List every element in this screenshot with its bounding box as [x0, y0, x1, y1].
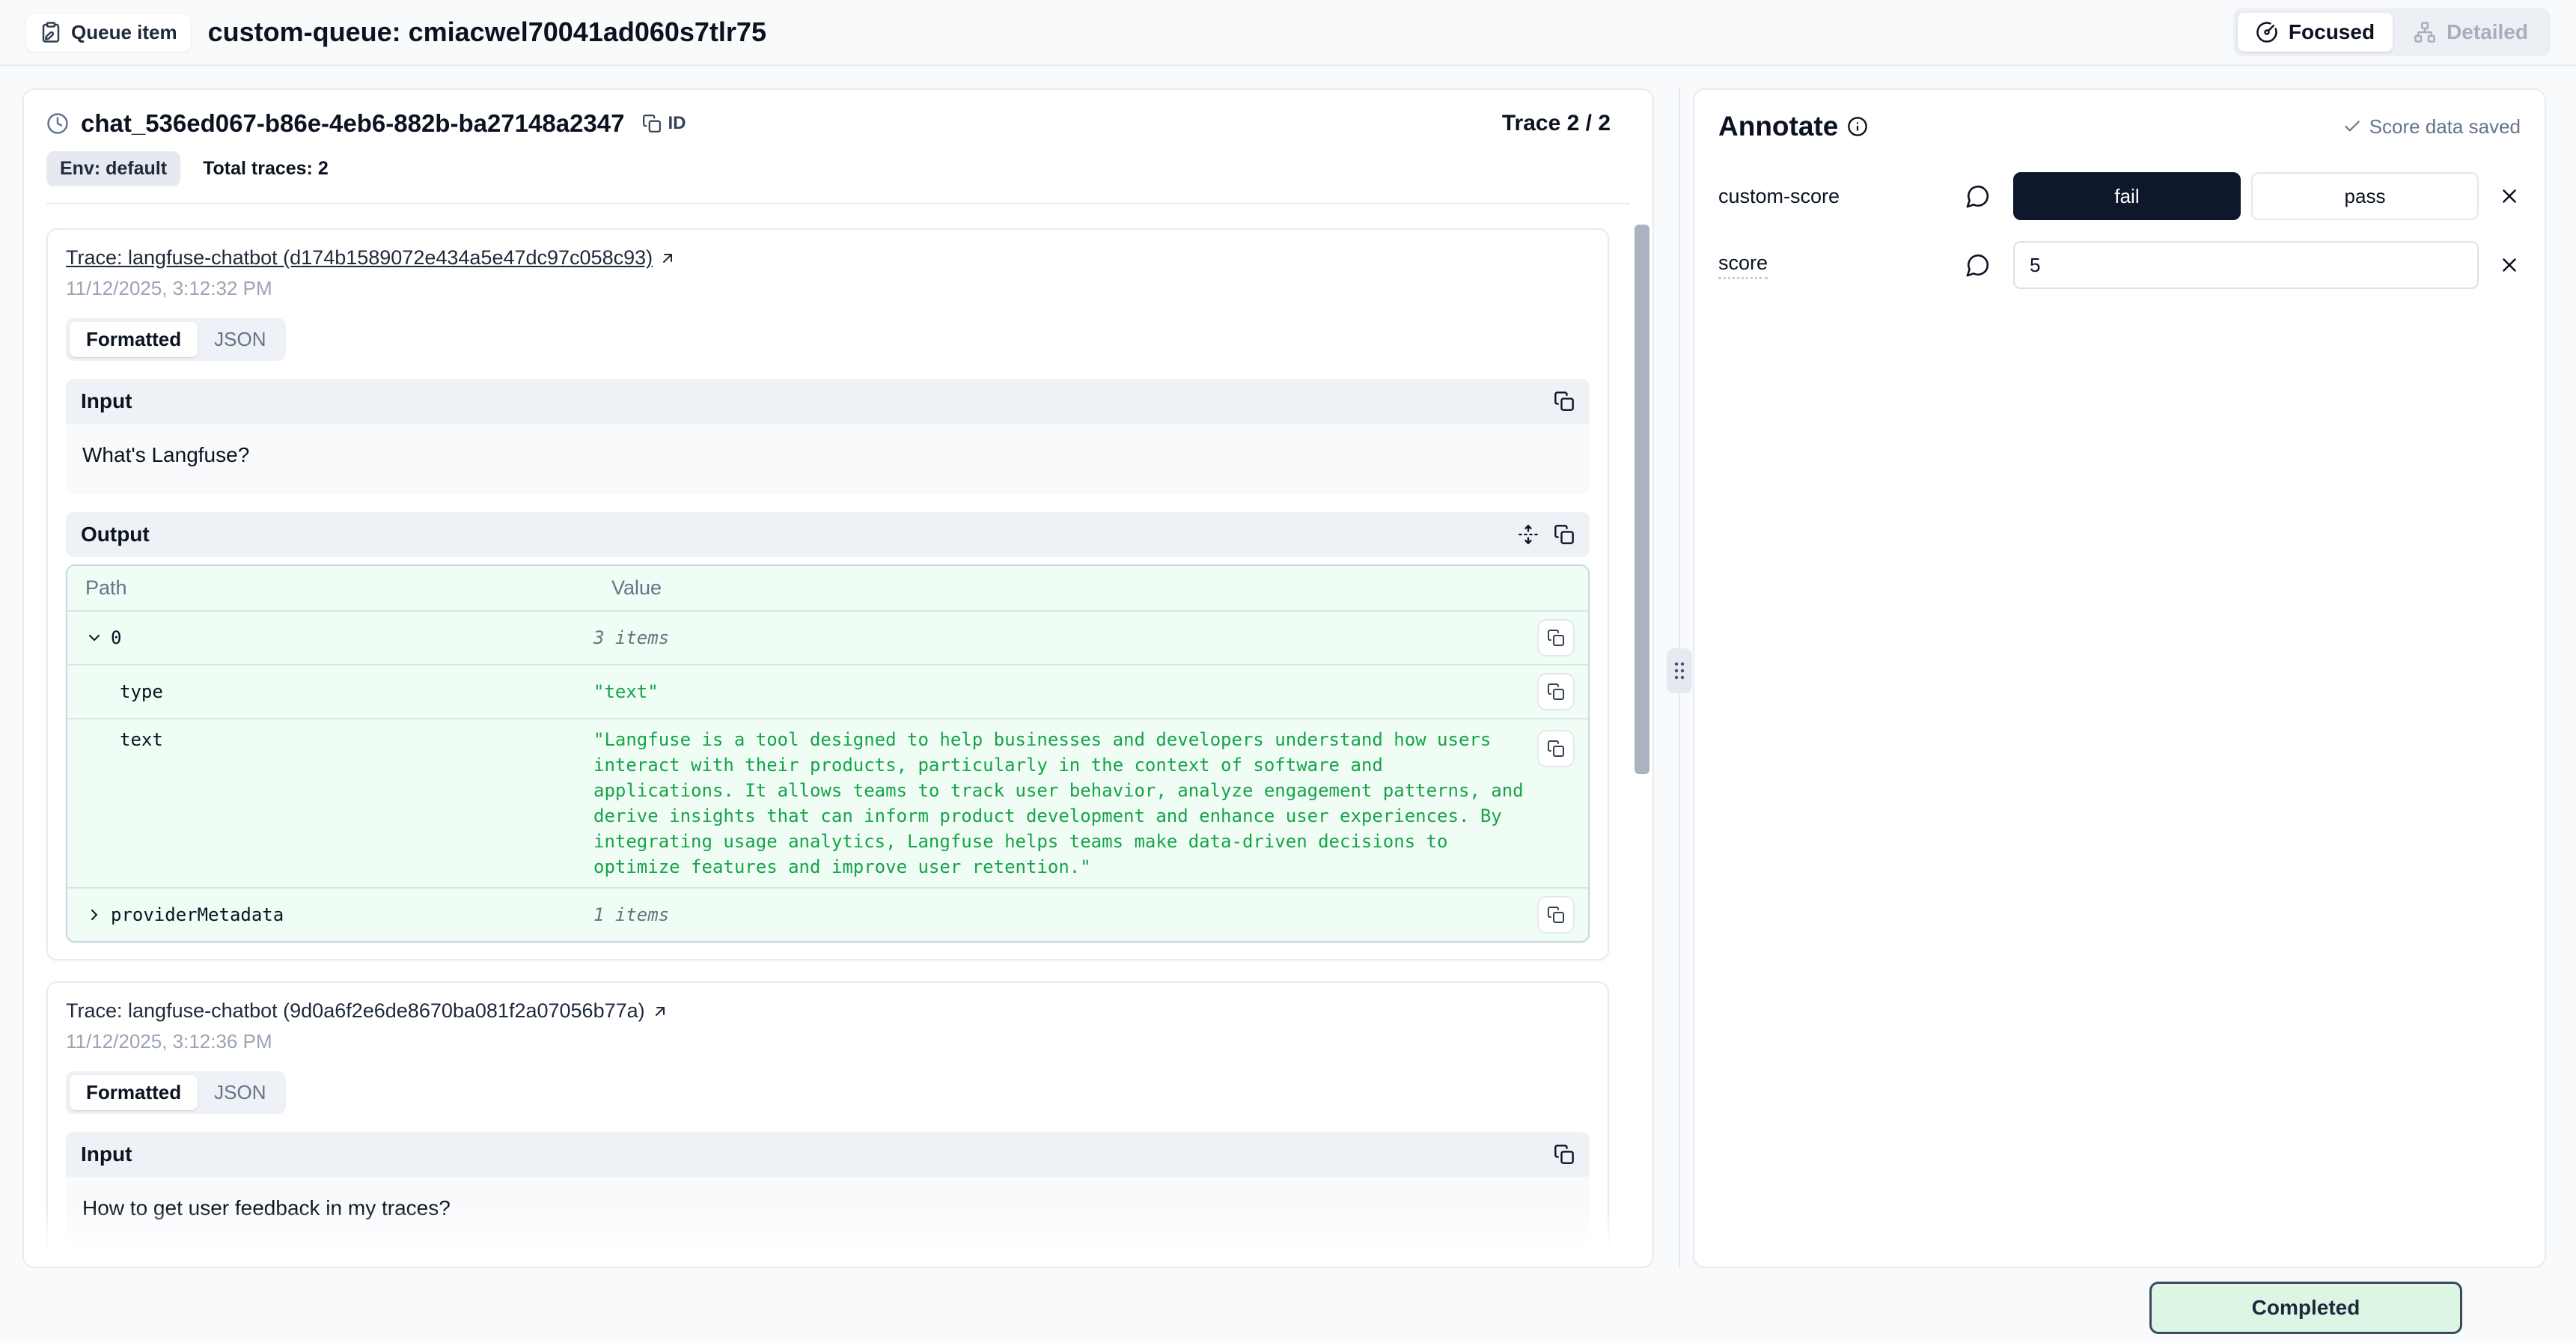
trace-link-2[interactable]: Trace: langfuse-chatbot (9d0a6f2e6de8670… — [66, 999, 669, 1023]
chevron-down-icon[interactable] — [85, 629, 103, 647]
tab-formatted-1[interactable]: Formatted — [70, 322, 198, 357]
score-name-label: score — [1718, 252, 1768, 279]
trace-link-2-label: Trace: langfuse-chatbot (9d0a6f2e6de8670… — [66, 999, 645, 1023]
row-value: 3 items — [593, 625, 1525, 651]
detailed-view-label: Detailed — [2447, 20, 2528, 44]
output-table-1: Path Value 0 3 items typ — [66, 564, 1590, 942]
output-header-2: Output — [66, 1265, 1590, 1268]
expand-output-button-1[interactable] — [1518, 524, 1539, 545]
comment-icon[interactable] — [1965, 183, 2013, 209]
option-fail-button[interactable]: fail — [2013, 172, 2241, 220]
focused-view-label: Focused — [2289, 20, 2375, 44]
completed-button[interactable]: Completed — [2149, 1282, 2462, 1334]
copy-input-button-2[interactable] — [1554, 1144, 1575, 1165]
focused-view-button[interactable]: Focused — [2238, 13, 2393, 52]
score-value-input[interactable] — [2013, 241, 2479, 289]
score-row-score: score — [1718, 241, 2521, 289]
queue-item-badge-label: Queue item — [71, 21, 177, 44]
trace-link-1[interactable]: Trace: langfuse-chatbot (d174b1589072e43… — [66, 246, 677, 269]
network-icon — [2414, 21, 2436, 43]
table-row[interactable]: 0 3 items — [67, 612, 1588, 666]
row-path: providerMetadata — [111, 902, 284, 928]
annotate-panel: Annotate Score data saved custom-score f… — [1693, 88, 2546, 1268]
table-header-row: Path Value — [67, 566, 1588, 612]
clock-icon — [46, 112, 69, 135]
copy-row-button[interactable] — [1537, 730, 1575, 767]
value-column-header: Value — [611, 576, 1570, 600]
trace-card-1: Trace: langfuse-chatbot (d174b1589072e43… — [46, 228, 1609, 960]
row-path: 0 — [111, 625, 121, 651]
gauge-icon — [2256, 21, 2278, 43]
queue-item-badge: Queue item — [25, 13, 192, 52]
trace-timestamp-1: 11/12/2025, 3:12:32 PM — [66, 277, 1590, 300]
score-row-custom-score: custom-score fail pass — [1718, 172, 2521, 220]
row-path: text — [85, 727, 593, 752]
output-header-1: Output — [66, 512, 1590, 557]
copy-row-button[interactable] — [1537, 673, 1575, 710]
save-status: Score data saved — [2342, 115, 2521, 138]
table-row[interactable]: type "text" — [67, 666, 1588, 719]
page-title: custom-queue: cmiacwel70041ad060s7tlr75 — [208, 16, 766, 48]
row-value: "text" — [593, 679, 1525, 704]
queue-item-panel: chat_536ed067-b86e-4eb6-882b-ba27148a234… — [22, 88, 1654, 1268]
total-traces-label: Total traces: 2 — [203, 158, 329, 180]
output-label-1: Output — [81, 523, 150, 546]
clipboard-pen-icon — [40, 21, 62, 43]
traces-scroll-area[interactable]: Trace: langfuse-chatbot (d174b1589072e43… — [24, 204, 1652, 1268]
copy-id-button[interactable]: ID — [642, 113, 686, 134]
save-status-label: Score data saved — [2369, 115, 2521, 138]
trace-timestamp-2: 11/12/2025, 3:12:36 PM — [66, 1030, 1590, 1053]
item-header: chat_536ed067-b86e-4eb6-882b-ba27148a234… — [24, 90, 1652, 204]
tab-json-2[interactable]: JSON — [198, 1075, 282, 1110]
external-link-icon — [659, 249, 677, 267]
tab-formatted-2[interactable]: Formatted — [70, 1075, 198, 1110]
row-path: type — [85, 679, 593, 704]
table-row[interactable]: providerMetadata 1 items — [67, 889, 1588, 941]
comment-icon[interactable] — [1965, 252, 2013, 278]
input-value-2: How to get user feedback in my traces? — [66, 1177, 1590, 1247]
input-value-1: What's Langfuse? — [66, 424, 1590, 494]
format-tabs-2: Formatted JSON — [66, 1071, 286, 1114]
copy-output-button-1[interactable] — [1554, 524, 1575, 545]
info-icon[interactable] — [1847, 116, 1868, 137]
chevron-right-icon[interactable] — [85, 906, 103, 924]
row-value: "Langfuse is a tool designed to help bus… — [593, 727, 1525, 880]
trace-counter: Trace 2 / 2 — [1502, 111, 1630, 136]
vertical-scrollbar[interactable] — [1635, 225, 1649, 774]
copy-icon — [642, 114, 662, 133]
clear-score-icon[interactable] — [2498, 254, 2521, 276]
copy-row-button[interactable] — [1537, 896, 1575, 934]
clear-score-icon[interactable] — [2498, 185, 2521, 207]
score-name-label: custom-score — [1718, 185, 1965, 208]
row-value: 1 items — [593, 902, 1525, 928]
input-label-2: Input — [81, 1142, 132, 1166]
input-section-2: Input How to get user feedback in my tra… — [66, 1132, 1590, 1247]
input-section-1: Input What's Langfuse? — [66, 379, 1590, 494]
annotate-title: Annotate — [1718, 111, 1838, 142]
table-row[interactable]: text "Langfuse is a tool designed to hel… — [67, 719, 1588, 889]
format-tabs-1: Formatted JSON — [66, 318, 286, 361]
top-bar: Queue item custom-queue: cmiacwel70041ad… — [0, 0, 2576, 66]
id-label: ID — [668, 113, 686, 134]
tab-json-1[interactable]: JSON — [198, 322, 282, 357]
option-pass-button[interactable]: pass — [2251, 172, 2479, 220]
item-title: chat_536ed067-b86e-4eb6-882b-ba27148a234… — [81, 109, 624, 138]
trace-link-1-label: Trace: langfuse-chatbot (d174b1589072e43… — [66, 246, 653, 269]
copy-input-button-1[interactable] — [1554, 391, 1575, 412]
detailed-view-button[interactable]: Detailed — [2396, 13, 2546, 52]
panel-resize-handle[interactable] — [1667, 648, 1692, 693]
view-toggle: Focused Detailed — [2233, 8, 2551, 56]
grip-dots-icon — [1673, 660, 1685, 681]
copy-row-button[interactable] — [1537, 619, 1575, 657]
env-badge: Env: default — [46, 151, 180, 186]
external-link-icon — [651, 1002, 669, 1020]
categorical-options: fail pass — [2013, 172, 2479, 220]
path-column-header: Path — [85, 576, 611, 600]
input-label-1: Input — [81, 389, 132, 413]
trace-card-2: Trace: langfuse-chatbot (9d0a6f2e6de8670… — [46, 981, 1609, 1268]
check-icon — [2342, 117, 2362, 136]
